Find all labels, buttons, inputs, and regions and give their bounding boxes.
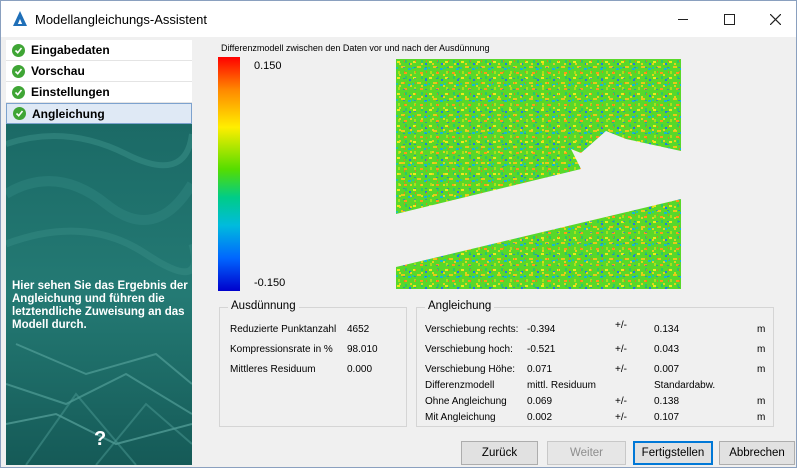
unit-label: m [757,344,766,355]
window-title: Modellangleichungs-Assistent [35,12,207,27]
model-header-label: Differenzmodell [425,380,495,391]
stat-value: 98.010 [347,344,378,355]
stat-label: Kompressionsrate in % [230,344,333,355]
plus-minus: +/- [615,412,627,423]
step-label: Eingabedaten [31,43,110,57]
plus-minus: +/- [615,320,627,331]
finish-button[interactable]: Fertigstellen [633,441,713,465]
step-eingabedaten[interactable]: Eingabedaten [6,40,192,61]
difference-model-map [396,59,681,289]
step-label: Vorschau [31,64,85,78]
model-error: 0.107 [654,412,680,423]
stat-value: 0.000 [347,364,373,375]
stat-label: Reduzierte Punktanzahl [230,324,337,335]
close-button[interactable] [752,1,797,37]
stat-value: 4652 [347,324,370,335]
shift-error: 0.007 [654,364,680,375]
check-icon [12,64,25,78]
plus-minus: +/- [615,364,627,375]
step-vorschau[interactable]: Vorschau [6,61,192,82]
group-title: Ausdünnung [228,300,299,312]
shift-value: -0.521 [527,344,556,355]
step-einstellungen[interactable]: Einstellungen [6,82,192,103]
check-icon [12,85,25,99]
wizard-sidebar: Eingabedaten Vorschau Einstellungen Angl… [6,40,192,465]
color-legend-bar [218,57,240,291]
next-button[interactable]: Weiter [547,441,626,465]
model-header-stddev: Standardabw. [654,380,716,391]
plus-minus: +/- [615,344,627,355]
help-icon[interactable]: ? [94,428,106,451]
legend-min-label: -0.150 [254,277,286,289]
legend-max-label: 0.150 [254,60,282,72]
stat-label: Mittleres Residuum [230,364,316,375]
angleichung-group: Angleichung Verschiebung rechts: -0.394 … [416,300,774,427]
group-title: Angleichung [425,300,495,312]
wizard-steps-list: Eingabedaten Vorschau Einstellungen Angl… [6,40,192,124]
back-button[interactable]: Zurück [461,441,538,465]
maximize-button[interactable] [706,1,752,37]
unit-label: m [757,396,766,407]
shift-value: 0.071 [527,364,553,375]
cancel-button[interactable]: Abbrechen [719,441,795,465]
app-logo-icon [13,11,27,26]
preview-title: Differenzmodell zwischen den Daten vor u… [221,43,490,53]
maximize-icon [723,13,735,25]
shift-label: Verschiebung rechts: [425,324,519,335]
model-header-residuum: mittl. Residuum [527,380,596,391]
step-label: Angleichung [32,106,105,121]
unit-label: m [757,324,766,335]
unit-label: m [757,412,766,423]
shift-error: 0.134 [654,324,680,335]
check-icon [13,107,26,120]
minimize-icon [678,18,688,20]
shift-value: -0.394 [527,324,556,335]
model-value: 0.002 [527,412,553,423]
plus-minus: +/- [615,396,627,407]
unit-label: m [757,364,766,375]
model-label: Mit Angleichung [425,412,496,423]
minimize-button[interactable] [660,1,706,37]
title-bar: Modellangleichungs-Assistent [1,1,796,37]
shift-label: Verschiebung Höhe: [425,364,516,375]
step-angleichung[interactable]: Angleichung [6,103,192,124]
model-error: 0.138 [654,396,680,407]
help-text: Hier sehen Sie das Ergebnis der Angleich… [12,280,188,331]
shift-label: Verschiebung hoch: [425,344,513,355]
model-label: Ohne Angleichung [425,396,507,407]
ausduennung-group: Ausdünnung Reduzierte Punktanzahl 4652 K… [219,300,407,427]
step-label: Einstellungen [31,85,110,99]
wizard-window: Modellangleichungs-Assistent Eingabedate… [0,0,797,468]
shift-error: 0.043 [654,344,680,355]
close-icon [769,13,781,25]
check-icon [12,43,25,57]
model-value: 0.069 [527,396,553,407]
